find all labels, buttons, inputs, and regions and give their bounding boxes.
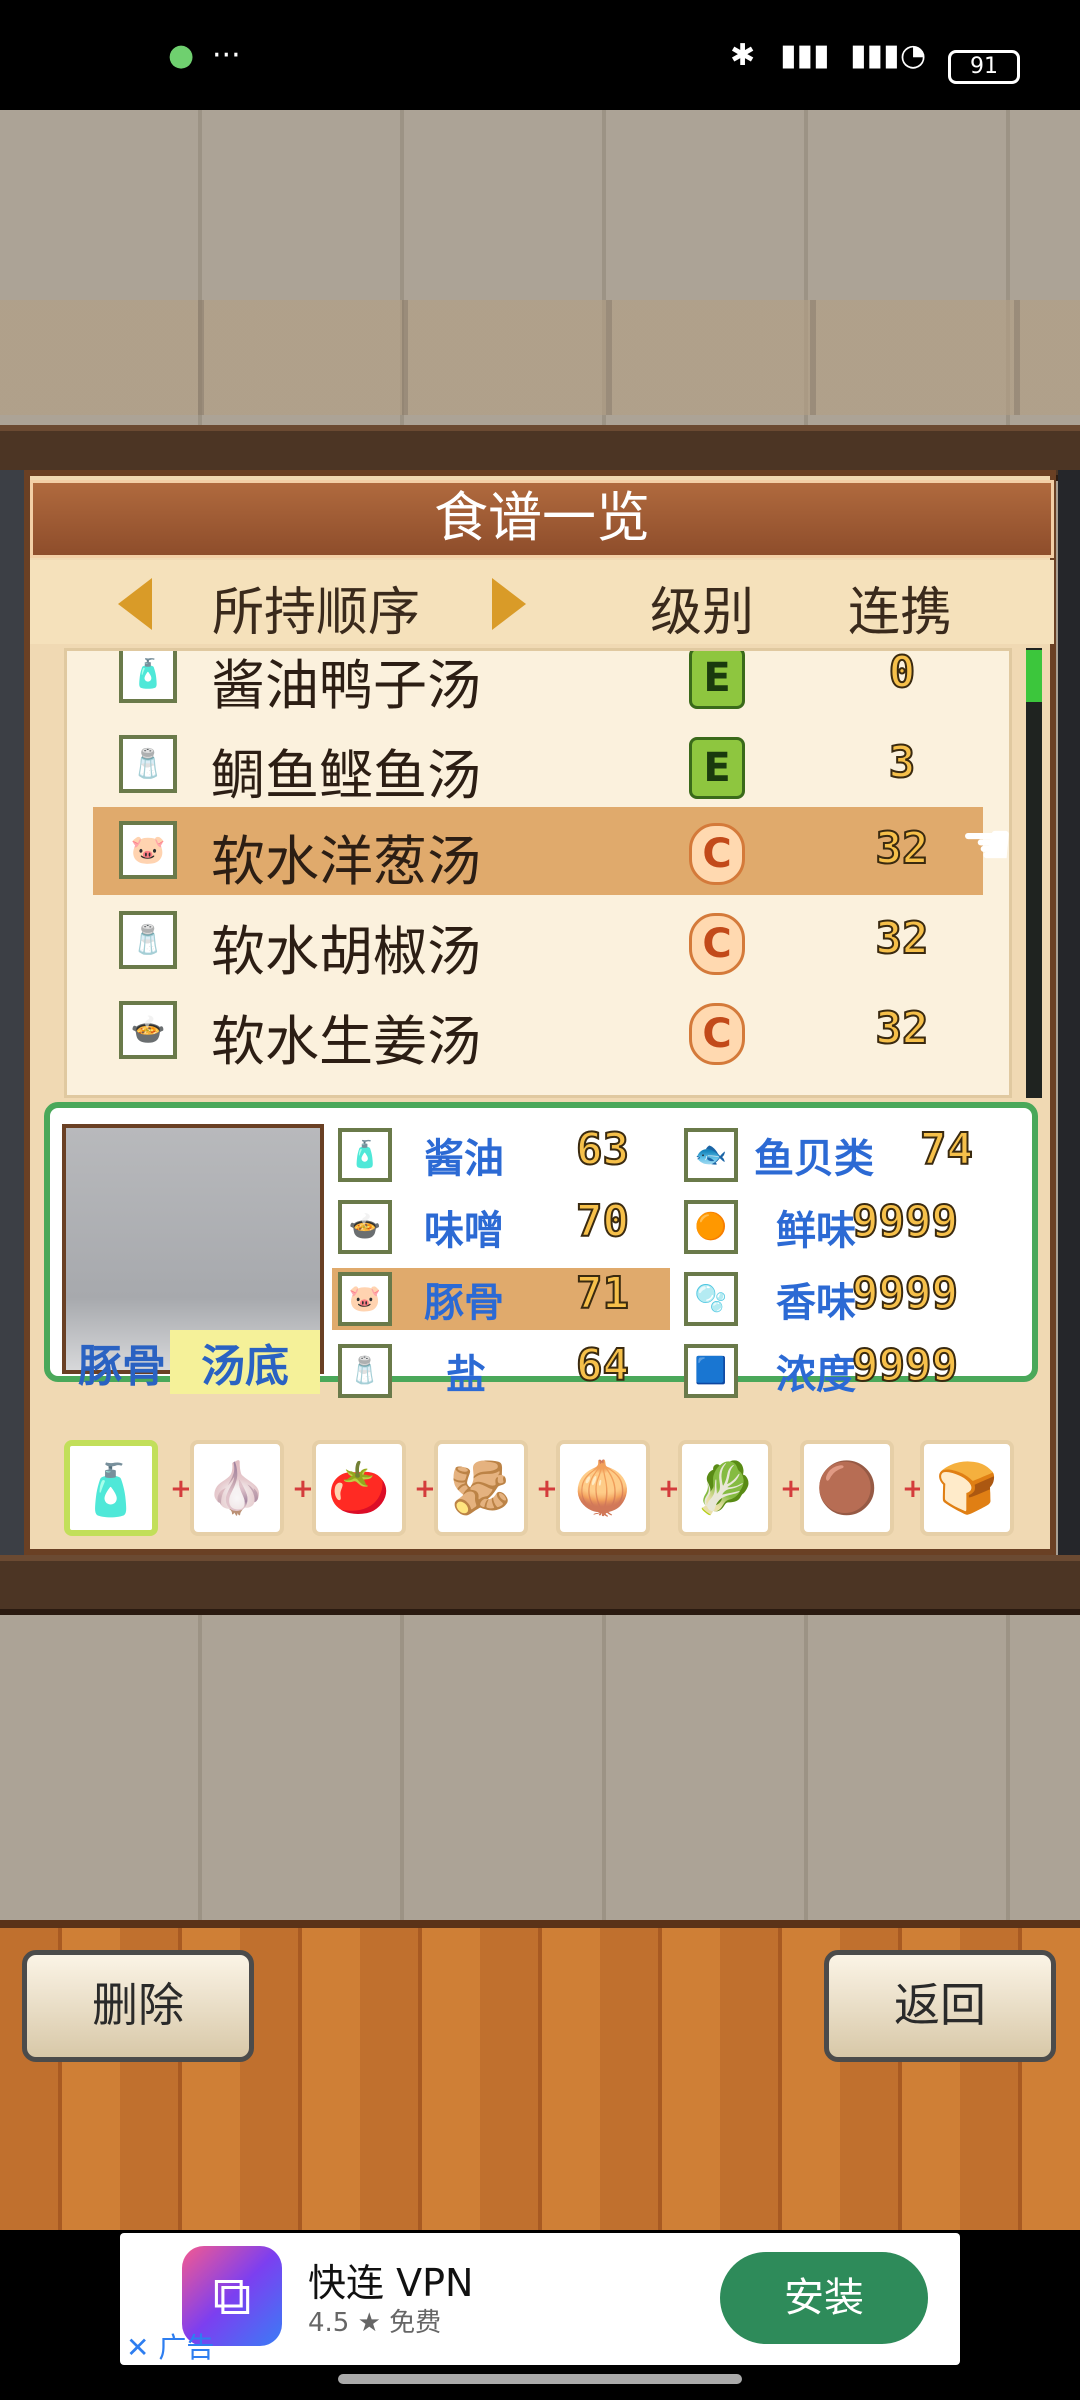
- strip-onion-icon[interactable]: 🧅: [556, 1440, 650, 1536]
- salt-bottle-icon: 🧂: [119, 911, 177, 969]
- back-button[interactable]: 返回: [824, 1950, 1056, 2062]
- ingredient-name: 豚骨: [424, 1280, 504, 1326]
- ingredient-name: 香味: [776, 1280, 856, 1326]
- pig-icon: 🐷: [338, 1272, 392, 1326]
- ingredient-value: 9999: [851, 1195, 959, 1248]
- ingredient-value: 63: [575, 1123, 630, 1176]
- soy-bottle-icon: 🧴: [119, 651, 177, 703]
- ingredient-name: 浓度: [776, 1352, 856, 1398]
- list-item[interactable]: 🧂 鲷鱼鲣鱼汤 E 3: [67, 721, 1007, 809]
- strip-water-bottle-icon[interactable]: 🧴: [64, 1440, 158, 1536]
- wall-bottom: [0, 1600, 1080, 1920]
- ad-close-label[interactable]: ✕ 广告: [126, 2326, 214, 2366]
- salt-bottle-icon: 🧂: [338, 1344, 392, 1398]
- ingredient-value: 64: [575, 1339, 630, 1392]
- battery-indicator: 91: [948, 50, 1020, 84]
- soy-bottle-icon: 🧴: [338, 1128, 392, 1182]
- strip-tomato-icon[interactable]: 🍅: [312, 1440, 406, 1536]
- ad-title[interactable]: 快连 VPN: [308, 2252, 473, 2307]
- list-item[interactable]: 🧂 软水胡椒汤 C 32: [67, 897, 1007, 985]
- ingredient-value: 70: [575, 1195, 630, 1248]
- plus-icon: +: [536, 1474, 558, 1504]
- sort-prev-arrow-icon[interactable]: [118, 578, 152, 630]
- plus-icon: +: [414, 1474, 436, 1504]
- preview-label: 豚骨 汤底: [66, 1330, 320, 1394]
- recipe-name: 软水胡椒汤: [211, 920, 481, 983]
- miso-bowl-icon: 🍲: [119, 1001, 177, 1059]
- rank-badge: E: [689, 737, 745, 799]
- recipe-name: 鲷鱼鲣鱼汤: [211, 744, 481, 807]
- recipe-name: 软水生姜汤: [211, 1010, 481, 1073]
- preview-label-2: 汤底: [170, 1330, 320, 1394]
- list-item-selected[interactable]: 🐷 软水洋葱汤 C 32: [93, 807, 983, 895]
- list-scrollbar[interactable]: [1026, 648, 1042, 1098]
- wall-band: [0, 300, 1080, 415]
- fish-icon: 🐟: [684, 1128, 738, 1182]
- recipe-name: 软水洋葱汤: [211, 830, 481, 893]
- col-combo-header: 连携: [848, 583, 953, 643]
- ingredient-name: 酱油: [424, 1136, 504, 1182]
- combo-value: 32: [875, 912, 930, 965]
- more-dots: ···: [212, 38, 241, 73]
- ingredient-value: 74: [919, 1123, 974, 1176]
- combo-value: 3: [888, 736, 917, 789]
- ingredient-name: 盐: [446, 1352, 486, 1398]
- col-rank-header: 级别: [650, 583, 755, 643]
- ingredient-name: 鲜味: [776, 1208, 856, 1254]
- sort-next-arrow-icon[interactable]: [492, 578, 526, 630]
- rank-badge: C: [689, 823, 745, 885]
- install-button[interactable]: 安装: [720, 2252, 928, 2344]
- recipe-list[interactable]: 🧴 酱油鸭子汤 E 0 🧂 鲷鱼鲣鱼汤 E 3 🐷 软水洋葱汤 C 32 🧂 软…: [64, 648, 1012, 1098]
- rank-badge: E: [689, 651, 745, 709]
- signal-icon: ▮▮▮: [780, 38, 830, 73]
- rank-badge: C: [689, 913, 745, 975]
- pig-icon: 🐷: [119, 821, 177, 879]
- ad-rating: 4.5 ★ 免费: [308, 2308, 442, 2338]
- delete-button[interactable]: 删除: [22, 1950, 254, 2062]
- ingredient-value: 9999: [851, 1339, 959, 1392]
- wifi-icon: ◔: [900, 38, 927, 73]
- panel-title: 食谱一览: [30, 480, 1054, 558]
- app-notification-icon: ●: [168, 38, 195, 73]
- aroma-icon: 🫧: [684, 1272, 738, 1326]
- strip-pepper-mill-icon[interactable]: 🟤: [800, 1440, 894, 1536]
- rank-badge: C: [689, 1003, 745, 1065]
- preview-label-1: 豚骨: [78, 1341, 166, 1392]
- strip-leek-icon[interactable]: 🥬: [678, 1440, 772, 1536]
- plus-icon: +: [170, 1474, 192, 1504]
- plus-icon: +: [780, 1474, 802, 1504]
- scrollbar-thumb[interactable]: [1026, 650, 1042, 702]
- combo-value: 32: [875, 1002, 930, 1055]
- ingredient-name: 鱼贝类: [754, 1136, 874, 1182]
- signal-icon-2: ▮▮▮: [850, 38, 900, 73]
- combo-value: 0: [888, 648, 917, 699]
- side-left: [0, 470, 24, 1555]
- home-indicator[interactable]: [338, 2374, 742, 2384]
- recipe-name: 酱油鸭子汤: [211, 654, 481, 717]
- thickness-icon: 🟦: [684, 1344, 738, 1398]
- miso-bowl-icon: 🍲: [338, 1200, 392, 1254]
- plus-icon: +: [658, 1474, 680, 1504]
- plus-icon: +: [292, 1474, 314, 1504]
- list-item[interactable]: 🧴 酱油鸭子汤 E 0: [67, 648, 1007, 719]
- pointer-hand-icon: ☚: [960, 810, 1014, 880]
- ingredient-value: 9999: [851, 1267, 959, 1320]
- status-time: 10:29: [56, 38, 166, 82]
- sort-label: 所持顺序: [212, 583, 421, 643]
- strip-bread-icon[interactable]: 🍞: [920, 1440, 1014, 1536]
- strip-ginger-icon[interactable]: 🫚: [434, 1440, 528, 1536]
- ingredient-name: 味噌: [424, 1208, 504, 1254]
- shelf-bottom: [0, 1555, 1080, 1615]
- umami-icon: 🟠: [684, 1200, 738, 1254]
- combo-value: 32: [875, 822, 930, 875]
- side-right: [1058, 470, 1080, 1555]
- bluetooth-icon: ✱: [730, 38, 756, 73]
- salt-bottle-icon: 🧂: [119, 735, 177, 793]
- list-item[interactable]: 🍲 软水生姜汤 C 32: [67, 987, 1007, 1075]
- strip-garlic-icon[interactable]: 🧄: [190, 1440, 284, 1536]
- ingredient-value: 71: [575, 1267, 630, 1320]
